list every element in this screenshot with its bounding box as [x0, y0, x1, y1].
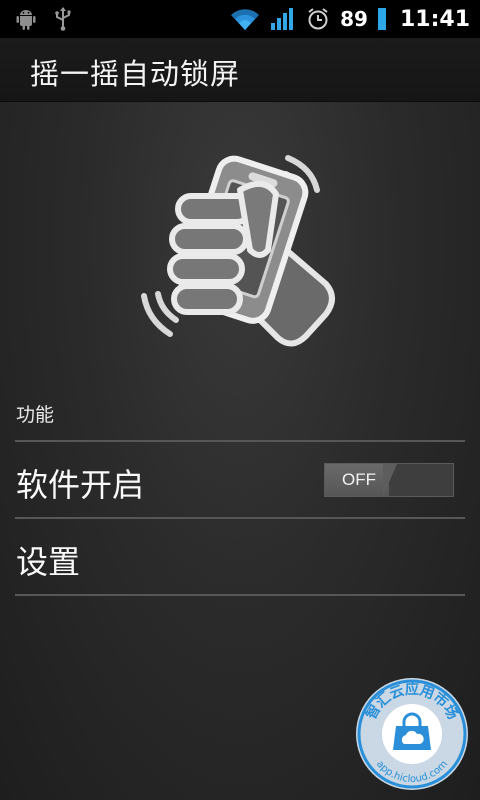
usb-icon: [52, 6, 74, 32]
divider: [15, 440, 465, 442]
battery-level-text: 89: [340, 7, 368, 31]
shake-phone-hand-icon: [136, 146, 346, 358]
section-title-features: 功能: [16, 404, 55, 426]
row-label-settings[interactable]: 设置: [16, 537, 80, 583]
row-label-enable: 软件开启: [16, 466, 145, 504]
clock-time: 11:41: [399, 6, 470, 32]
divider: [15, 517, 465, 519]
status-bar: 89 11:41: [0, 0, 480, 38]
wifi-icon: [230, 7, 260, 31]
signal-icon: [270, 7, 296, 31]
enable-toggle[interactable]: OFF: [324, 463, 454, 497]
alarm-icon: [306, 7, 330, 31]
app-title: 摇一摇自动锁屏: [30, 57, 241, 91]
toggle-state-text: OFF: [342, 470, 376, 489]
divider: [15, 594, 465, 596]
action-bar: 摇一摇自动锁屏: [0, 38, 480, 102]
android-icon: [14, 7, 38, 31]
watermark-badge: 智汇云应用市场 app.hicloud.com: [354, 676, 470, 792]
battery-icon: [377, 7, 386, 31]
toggle-knob-edge: [383, 464, 397, 496]
